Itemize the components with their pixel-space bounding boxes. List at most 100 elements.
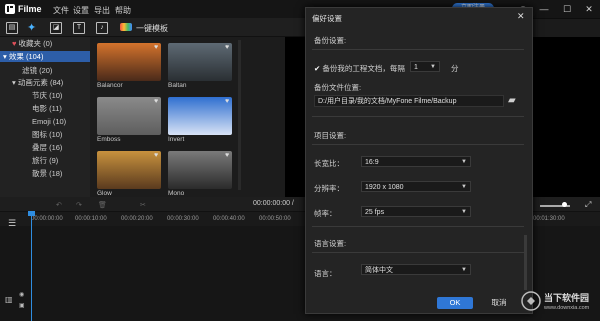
menu-export[interactable]: 导出 bbox=[94, 5, 110, 16]
framerate-label: 帧率： bbox=[314, 209, 337, 218]
language-section-title: 语言设置: bbox=[314, 239, 347, 248]
ruler-tick: 00:01:30:00 bbox=[533, 216, 565, 222]
effect-thumbnail-glow[interactable] bbox=[97, 151, 161, 189]
favorite-heart-icon[interactable]: ♥ bbox=[154, 152, 158, 159]
template-icon[interactable] bbox=[120, 23, 132, 31]
minimize-icon[interactable]: — bbox=[539, 4, 549, 14]
backup-interval-select[interactable]: 1 ▼ bbox=[410, 61, 440, 72]
ok-button[interactable]: OK bbox=[437, 297, 473, 309]
effect-label: Mono bbox=[168, 190, 185, 197]
project-section-title: 项目设置: bbox=[314, 131, 347, 140]
language-select[interactable]: 简体中文 ▼ bbox=[361, 264, 471, 275]
watermark-url: www.downxia.com bbox=[544, 305, 590, 311]
transition-icon[interactable]: ◪ bbox=[50, 22, 62, 34]
media-icon[interactable]: ▤ bbox=[6, 22, 18, 34]
track-lock-icon[interactable]: ▣ bbox=[19, 302, 25, 309]
effect-thumbnail-baltan[interactable] bbox=[168, 43, 232, 81]
sidebar-item-overlay[interactable]: 叠层 (16) bbox=[0, 142, 90, 153]
favorite-heart-icon[interactable]: ♥ bbox=[154, 98, 158, 105]
effect-thumbnail-balancor[interactable] bbox=[97, 43, 161, 81]
favorite-heart-icon[interactable]: ♥ bbox=[154, 44, 158, 51]
maximize-icon[interactable]: ☐ bbox=[562, 4, 572, 14]
zoom-fit-icon[interactable]: ⤢ bbox=[585, 200, 591, 210]
sidebar-item-bokeh[interactable]: 散景 (18) bbox=[0, 168, 90, 179]
music-icon[interactable]: ♪ bbox=[96, 22, 108, 34]
language-value: 简体中文 bbox=[365, 267, 393, 274]
caret-down-icon: ▼ bbox=[461, 184, 467, 190]
ruler-tick: 00:00:30:00 bbox=[167, 216, 199, 222]
watermark-logo-icon bbox=[521, 291, 541, 311]
cancel-button[interactable]: 取消 bbox=[479, 297, 519, 309]
resolution-label: 分辨率： bbox=[314, 184, 344, 193]
timecode-display: 00:00:00:00 / bbox=[253, 200, 294, 207]
effect-label: Glow bbox=[97, 190, 112, 197]
effect-label: Balancor bbox=[97, 82, 123, 89]
divider bbox=[312, 252, 524, 253]
heart-icon: ♥ bbox=[12, 39, 17, 48]
aspect-ratio-select[interactable]: 16:9 ▼ bbox=[361, 156, 471, 167]
backup-checkbox-label: 备份我的工程文档，每隔 bbox=[322, 64, 405, 73]
effects-scrollbar[interactable] bbox=[238, 40, 241, 190]
checkmark-icon: ✔ bbox=[314, 64, 321, 73]
backup-location-label: 备份文件位置: bbox=[314, 83, 362, 92]
sidebar-item-label: 效果 (104) bbox=[8, 52, 44, 61]
menu-file[interactable]: 文件 bbox=[53, 5, 69, 16]
track-visibility-icon[interactable]: ◉ bbox=[19, 291, 24, 298]
sidebar-item-movie[interactable]: 电影 (11) bbox=[0, 103, 90, 114]
menu-help[interactable]: 帮助 bbox=[115, 5, 131, 16]
favorite-heart-icon[interactable]: ♥ bbox=[225, 152, 229, 159]
close-icon[interactable]: ✕ bbox=[584, 4, 594, 14]
sidebar-item-filters[interactable]: 滤镜 (20) bbox=[0, 65, 90, 76]
sidebar-item-festival[interactable]: 节庆 (10) bbox=[0, 90, 90, 101]
app-title: Filme bbox=[18, 4, 42, 14]
close-icon[interactable]: ✕ bbox=[517, 11, 525, 22]
sidebar-item-animated-elements[interactable]: ▾ 动画元素 (84) bbox=[0, 77, 90, 88]
backup-interval-value: 1 bbox=[414, 64, 418, 71]
playhead-handle[interactable] bbox=[28, 211, 35, 216]
sidebar-item-emoji[interactable]: Emoji (10) bbox=[0, 116, 90, 127]
framerate-select[interactable]: 25 fps ▼ bbox=[361, 206, 471, 217]
backup-path-field[interactable]: D:/用户目录/我的文档/MyFone Filme/Backup bbox=[314, 95, 504, 107]
resolution-value: 1920 x 1080 bbox=[365, 184, 404, 191]
effect-thumbnail-invert[interactable] bbox=[168, 97, 232, 135]
effect-thumbnail-emboss[interactable] bbox=[97, 97, 161, 135]
effects-icon[interactable]: ✦ bbox=[27, 21, 36, 34]
dialog-scrollbar[interactable] bbox=[524, 235, 527, 290]
divider bbox=[312, 144, 524, 145]
aspect-ratio-label: 长宽比： bbox=[314, 159, 344, 168]
split-icon[interactable]: ✂ bbox=[140, 201, 146, 209]
favorite-heart-icon[interactable]: ♥ bbox=[225, 98, 229, 105]
playhead[interactable] bbox=[31, 212, 32, 321]
framerate-value: 25 fps bbox=[365, 209, 385, 216]
sidebar-item-icons[interactable]: 图标 (10) bbox=[0, 129, 90, 140]
divider bbox=[312, 116, 524, 117]
watermark-title: 当下软件园 bbox=[544, 293, 590, 303]
text-icon[interactable]: T bbox=[73, 22, 85, 34]
ruler-tick: 00:00:00:00 bbox=[31, 216, 63, 222]
site-watermark: 当下软件园 www.downxia.com bbox=[521, 289, 599, 319]
chevron-down-icon: ▾ bbox=[3, 52, 7, 61]
effect-thumbnail-mono[interactable] bbox=[168, 151, 232, 189]
undo-icon[interactable]: ↶ bbox=[56, 201, 62, 209]
effect-label: Invert bbox=[168, 136, 185, 143]
track-film-icon: ▥ bbox=[5, 295, 13, 304]
ruler-tick: 00:00:10:00 bbox=[75, 216, 107, 222]
delete-icon[interactable]: 🗑 bbox=[98, 201, 107, 209]
favorite-heart-icon[interactable]: ♥ bbox=[225, 44, 229, 51]
sidebar-item-travel[interactable]: 旅行 (9) bbox=[0, 155, 90, 166]
folder-icon[interactable]: ▰ bbox=[508, 95, 522, 106]
aspect-ratio-value: 16:9 bbox=[365, 159, 379, 166]
zoom-slider-handle[interactable] bbox=[562, 202, 567, 207]
language-label: 语言： bbox=[314, 269, 337, 278]
backup-checkbox[interactable]: ✔ 备份我的工程文档，每隔 bbox=[314, 63, 405, 74]
chevron-down-icon: ▾ bbox=[12, 78, 16, 87]
sidebar-item-effects[interactable]: ▾ 效果 (104) bbox=[0, 51, 90, 62]
redo-icon[interactable]: ↷ bbox=[76, 201, 82, 209]
resolution-select[interactable]: 1920 x 1080 ▼ bbox=[361, 181, 471, 192]
backup-unit-label: 分 bbox=[451, 64, 459, 73]
onekey-template-button[interactable]: 一键模板 bbox=[136, 23, 168, 34]
caret-down-icon: ▼ bbox=[461, 209, 467, 215]
sidebar-item-favorites[interactable]: ♥ 收藏夹 (0) bbox=[0, 38, 90, 49]
menu-settings[interactable]: 设置 bbox=[73, 5, 89, 16]
ruler-tick: 00:00:20:00 bbox=[121, 216, 153, 222]
